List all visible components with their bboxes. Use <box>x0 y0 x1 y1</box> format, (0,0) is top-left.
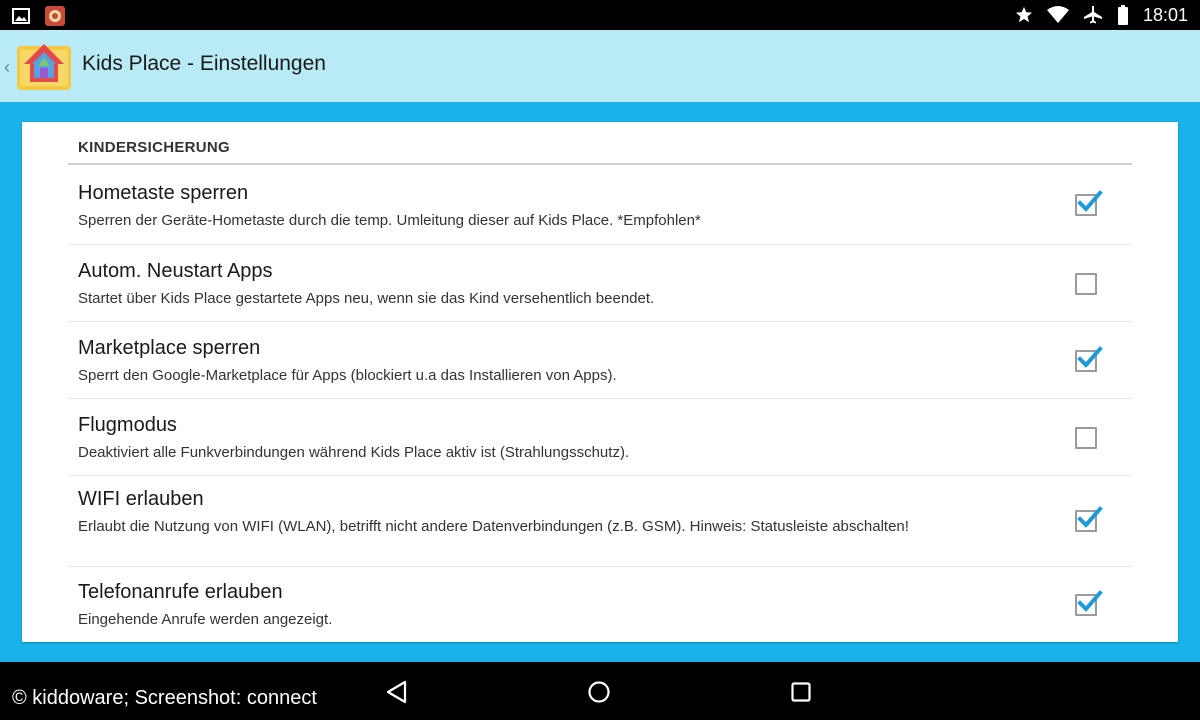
credit-text: © kiddoware; Screenshot: connect <box>12 687 317 709</box>
setting-title: WIFI erlauben <box>78 488 204 510</box>
setting-row-neustart[interactable]: Autom. Neustart Apps Startet über Kids P… <box>68 245 1132 322</box>
status-bar: 18:01 <box>0 0 1200 30</box>
kids-place-app-icon[interactable] <box>14 36 74 96</box>
setting-row-marketplace[interactable]: Marketplace sperren Sperrt den Google-Ma… <box>68 322 1132 399</box>
setting-title: Telefonanrufe erlauben <box>78 581 283 603</box>
setting-checkbox[interactable] <box>1075 273 1097 295</box>
status-time: 18:01 <box>1142 4 1188 25</box>
section-header: KINDERSICHERUNG <box>78 139 231 156</box>
home-icon[interactable] <box>586 679 612 705</box>
setting-checkbox[interactable] <box>1075 427 1097 449</box>
setting-title: Marketplace sperren <box>78 337 261 359</box>
setting-subtitle: Sperrt den Google-Marketplace für Apps (… <box>78 367 617 384</box>
setting-subtitle: Erlaubt die Nutzung von WIFI (WLAN), bet… <box>78 518 909 535</box>
star-icon <box>1015 6 1033 24</box>
action-bar: ‹ Kids Place - Einstellungen <box>0 30 1200 102</box>
page-title: Kids Place - Einstellungen <box>82 52 326 75</box>
setting-checkbox[interactable] <box>1075 346 1103 372</box>
setting-title: Hometaste sperren <box>78 182 249 204</box>
back-icon[interactable] <box>384 679 410 705</box>
setting-subtitle: Startet über Kids Place gestartete Apps … <box>78 290 655 307</box>
navigation-bar: © kiddoware; Screenshot: connect <box>0 662 1200 720</box>
up-chevron-icon[interactable]: ‹ <box>4 57 10 78</box>
setting-title: Autom. Neustart Apps <box>78 260 273 282</box>
setting-checkbox[interactable] <box>1075 590 1103 616</box>
checkmark-icon <box>1077 346 1103 368</box>
notification-app-icon <box>44 5 66 27</box>
checkmark-icon <box>1077 190 1103 212</box>
setting-title: Flugmodus <box>78 414 177 436</box>
setting-checkbox[interactable] <box>1075 506 1103 532</box>
settings-card: KINDERSICHERUNG Hometaste sperren Sperre… <box>22 122 1178 642</box>
section-divider <box>68 163 1132 165</box>
setting-checkbox[interactable] <box>1075 190 1103 216</box>
battery-icon <box>1117 5 1129 25</box>
gallery-icon <box>12 8 30 24</box>
checkmark-icon <box>1077 506 1103 528</box>
setting-row-wifi[interactable]: WIFI erlauben Erlaubt die Nutzung von WI… <box>68 476 1132 567</box>
setting-subtitle: Sperren der Geräte-Hometaste durch die t… <box>78 212 701 229</box>
airplane-icon <box>1083 5 1103 25</box>
setting-subtitle: Deaktiviert alle Funkverbindungen währen… <box>78 444 630 461</box>
setting-row-hometaste[interactable]: Hometaste sperren Sperren der Geräte-Hom… <box>68 167 1132 245</box>
content-area: KINDERSICHERUNG Hometaste sperren Sperre… <box>0 102 1200 662</box>
wifi-icon <box>1046 6 1069 24</box>
recents-icon[interactable] <box>788 679 814 705</box>
checkmark-icon <box>1077 590 1103 612</box>
setting-row-telefon[interactable]: Telefonanrufe erlauben Eingehende Anrufe… <box>68 567 1132 642</box>
setting-subtitle: Eingehende Anrufe werden angezeigt. <box>78 611 333 628</box>
setting-row-flugmodus[interactable]: Flugmodus Deaktiviert alle Funkverbindun… <box>68 399 1132 476</box>
